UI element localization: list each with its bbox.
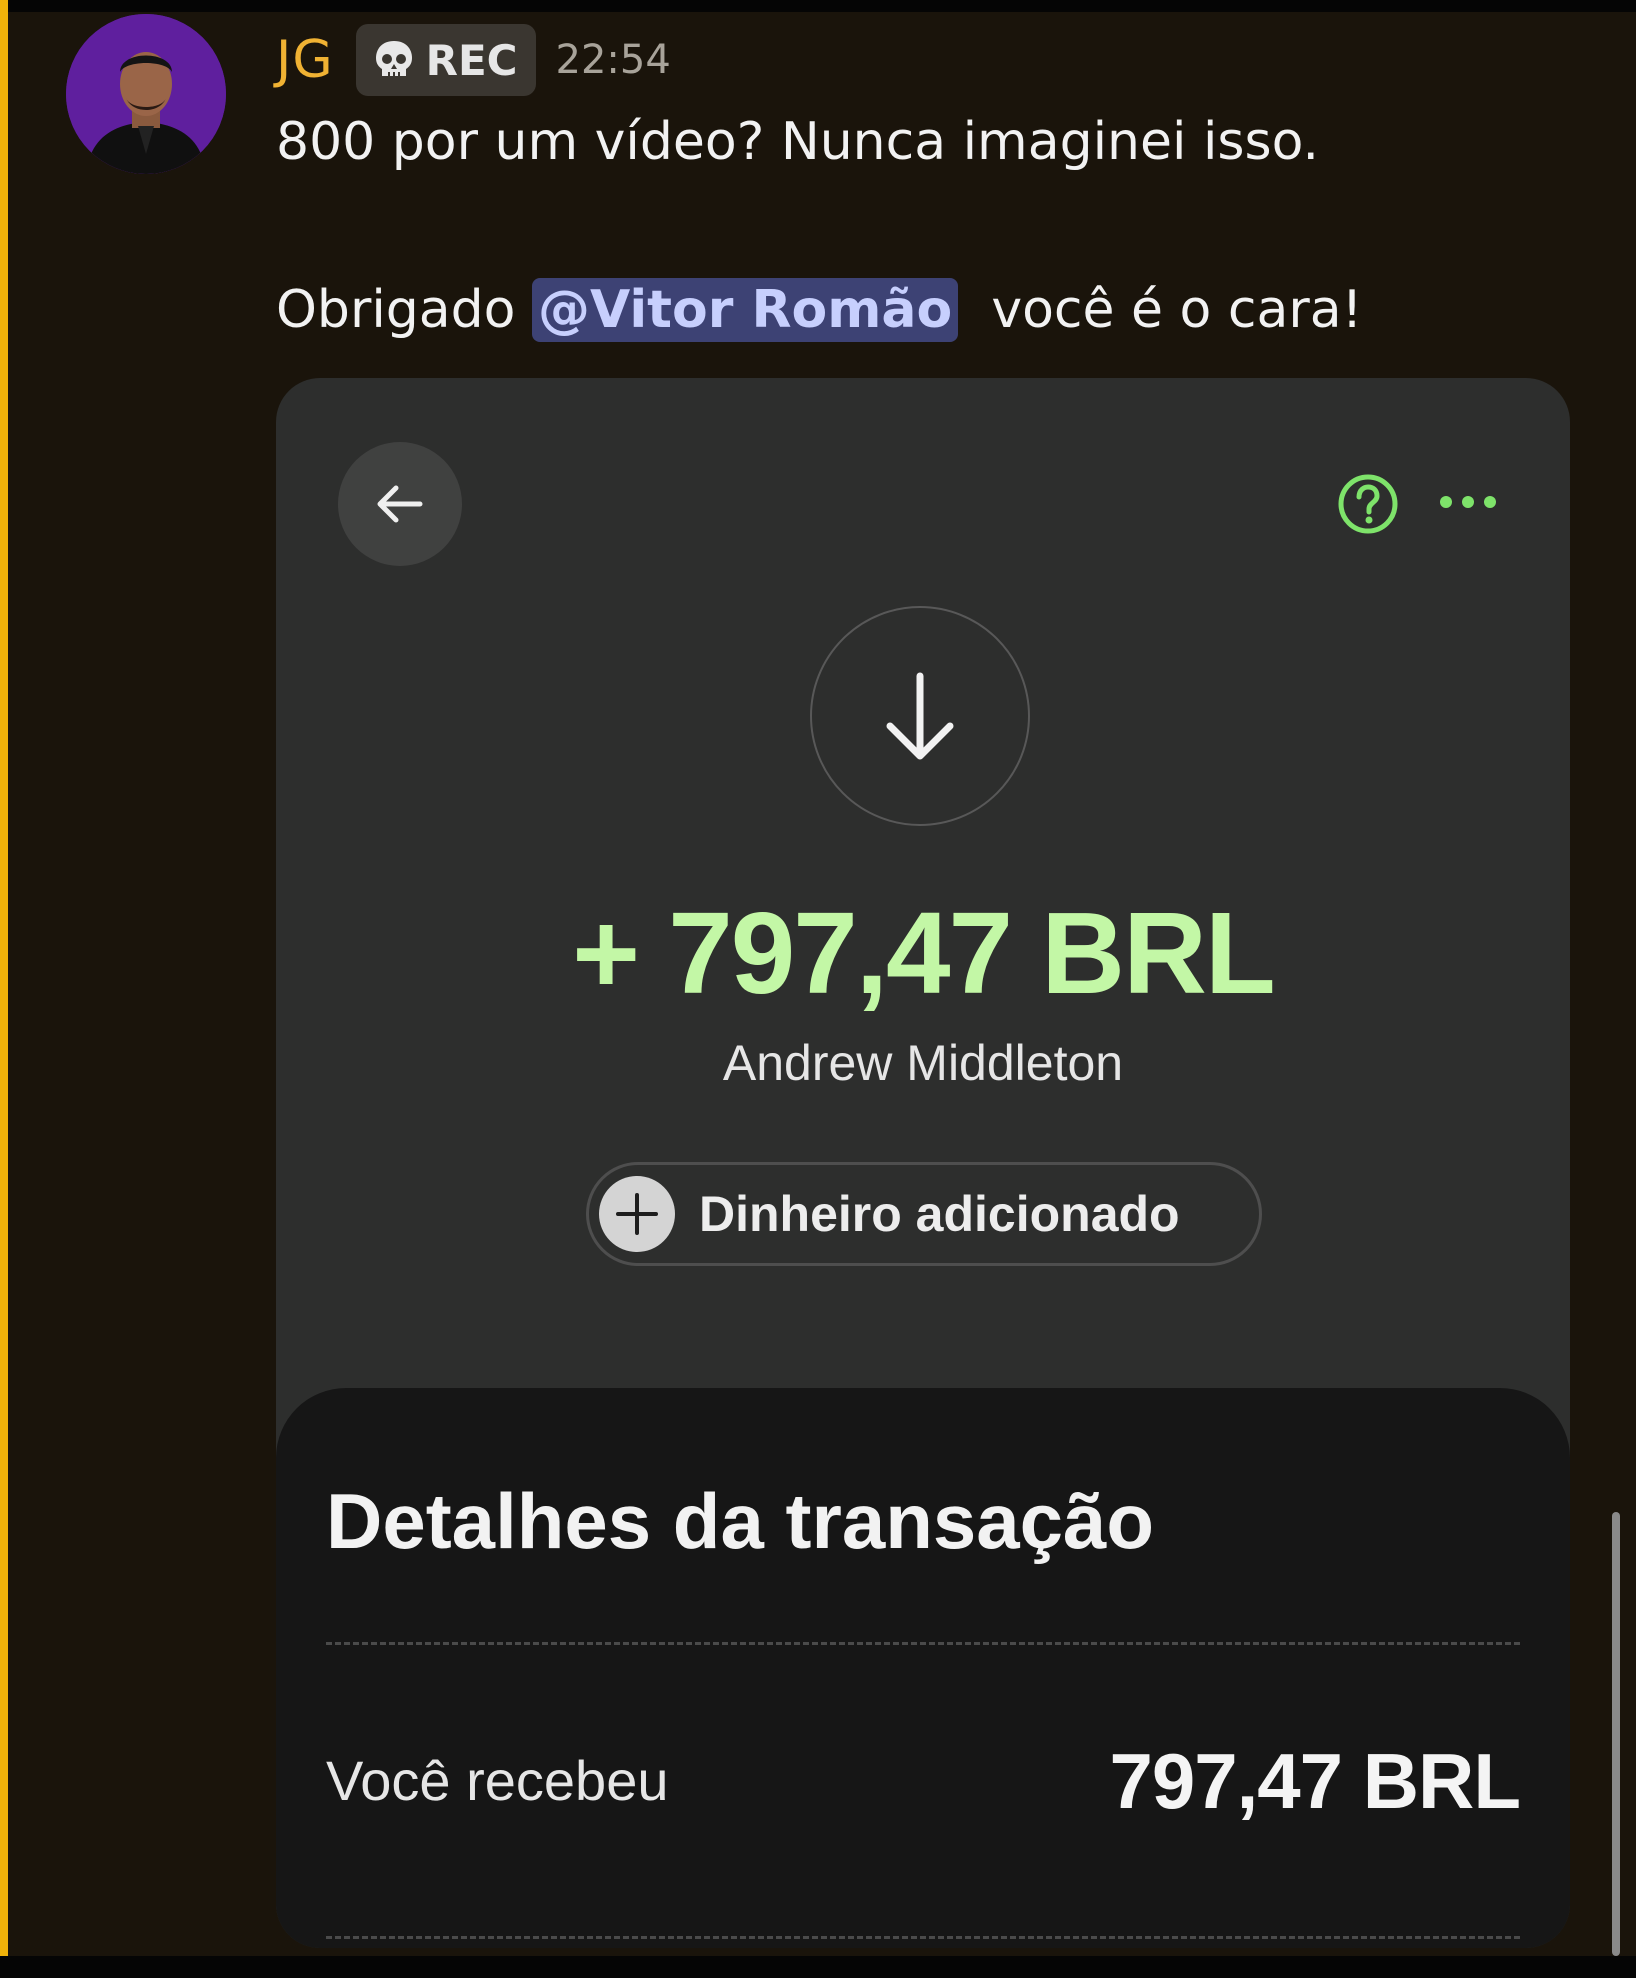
timestamp: 22:54 bbox=[555, 37, 671, 83]
message-line-2-prefix: Obrigado bbox=[276, 280, 532, 340]
message-line-2: Obrigado @Vitor Romão você é o cara! bbox=[276, 278, 1363, 342]
received-value: 797,47 BRL bbox=[1109, 1737, 1521, 1825]
status-label: Dinheiro adicionado bbox=[699, 1186, 1180, 1242]
avatar[interactable] bbox=[66, 14, 226, 174]
transaction-amount: + 797,47 BRL bbox=[572, 888, 1275, 1018]
divider bbox=[326, 1936, 1520, 1939]
transaction-details-panel: Detalhes da transação Você recebeu 797,4… bbox=[276, 1388, 1570, 1948]
sender-name: Andrew Middleton bbox=[722, 1035, 1124, 1091]
more-dots-icon[interactable] bbox=[1438, 492, 1498, 512]
top-bar bbox=[0, 0, 1636, 12]
message-highlight-bar bbox=[0, 0, 8, 1978]
role-tag-label: REC bbox=[425, 35, 518, 85]
help-circle-icon[interactable] bbox=[1336, 472, 1400, 536]
scrollbar[interactable] bbox=[1612, 1512, 1620, 1956]
arrow-left-icon bbox=[377, 485, 423, 523]
username[interactable]: JG bbox=[276, 30, 334, 90]
message-line-2-suffix: você é o cara! bbox=[991, 280, 1363, 340]
bottom-bar bbox=[0, 1956, 1636, 1978]
plus-icon bbox=[599, 1176, 675, 1252]
details-title: Detalhes da transação bbox=[326, 1477, 1155, 1565]
transaction-screenshot[interactable]: + 797,47 BRL Andrew Middleton Dinheiro a… bbox=[276, 378, 1570, 1948]
user-mention[interactable]: @Vitor Romão bbox=[532, 278, 959, 342]
back-button[interactable] bbox=[338, 442, 462, 566]
status-pill[interactable]: Dinheiro adicionado bbox=[586, 1162, 1262, 1266]
role-tag[interactable]: REC bbox=[355, 24, 536, 96]
message-line-1: 800 por um vídeo? Nunca imaginei isso. bbox=[276, 112, 1320, 172]
divider bbox=[326, 1642, 1520, 1645]
message-header: JG REC 22:54 bbox=[276, 24, 671, 96]
received-label: Você recebeu bbox=[326, 1749, 669, 1812]
incoming-transfer-badge bbox=[810, 606, 1030, 826]
arrow-down-icon bbox=[886, 672, 954, 760]
skull-icon bbox=[375, 41, 412, 76]
